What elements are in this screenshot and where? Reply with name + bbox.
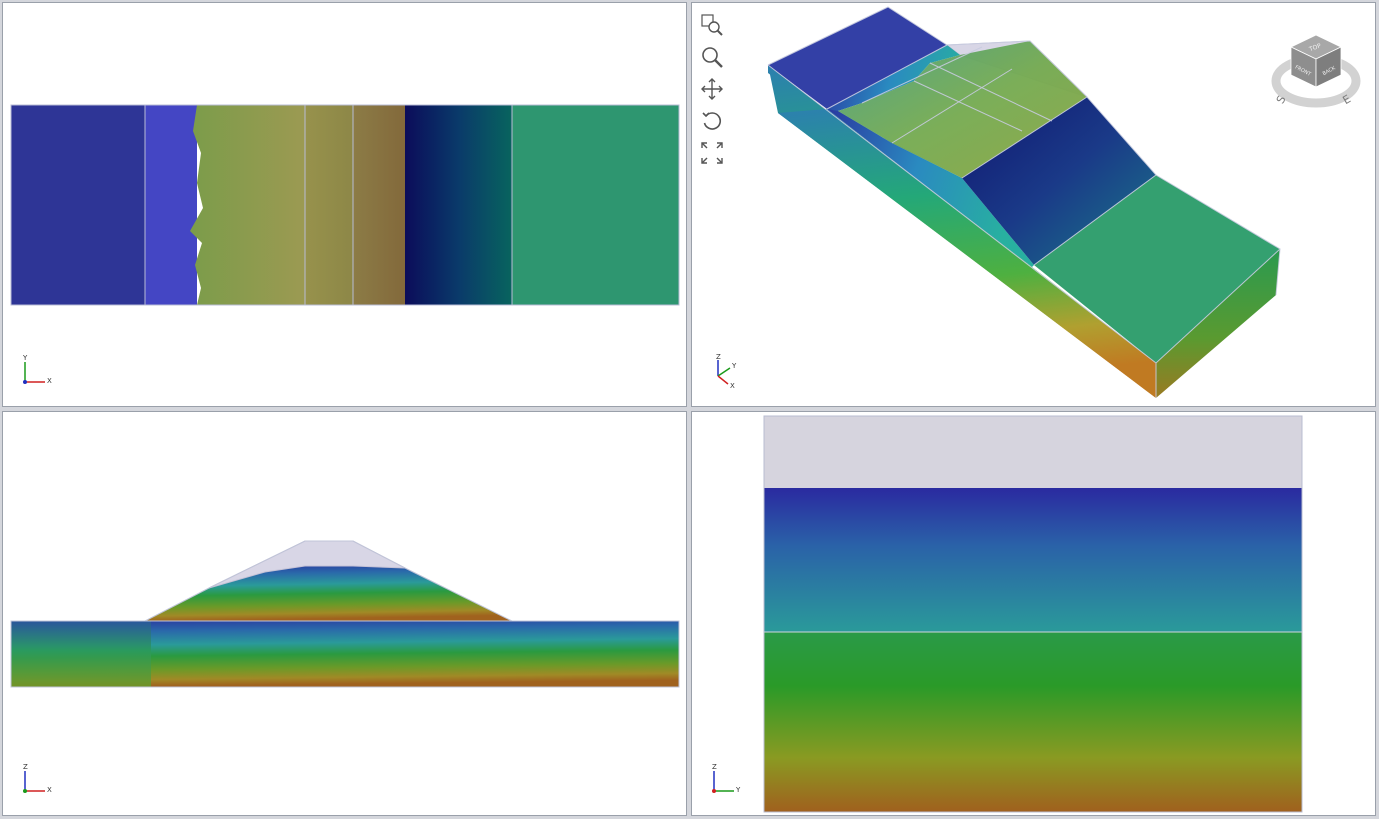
axis-label-front: X bbox=[730, 382, 735, 390]
axis-triad: Z X bbox=[23, 763, 52, 794]
top-region-2 bbox=[145, 105, 197, 305]
top-region-3 bbox=[190, 105, 305, 305]
zoom-extents-button[interactable] bbox=[698, 137, 726, 169]
top-region-5 bbox=[353, 105, 405, 305]
zoom-window-button[interactable] bbox=[698, 9, 726, 41]
axis-label-right: X bbox=[47, 377, 52, 385]
axis-label-right: Y bbox=[731, 362, 737, 370]
axis-triad: Y X bbox=[22, 354, 52, 385]
viewport-top-view[interactable]: Y X bbox=[2, 2, 687, 407]
side-void-region bbox=[764, 416, 1302, 488]
axis-label-up: Z bbox=[23, 763, 28, 771]
rotate-button[interactable] bbox=[698, 105, 726, 137]
side-embankment bbox=[764, 488, 1302, 632]
front-view-scene[interactable] bbox=[3, 412, 687, 816]
viewport-3d-view[interactable]: TOP FRONT BACK S E Z Y X bbox=[691, 2, 1376, 407]
axis-label-up: Y bbox=[22, 354, 28, 362]
pan-button[interactable] bbox=[698, 73, 726, 105]
top-region-6 bbox=[405, 105, 512, 305]
axis-triad: Z Y X bbox=[716, 353, 737, 390]
zoom-window-icon bbox=[701, 14, 723, 36]
navigation-cube[interactable]: TOP FRONT BACK S E bbox=[1271, 27, 1361, 117]
rotate-icon bbox=[702, 112, 722, 130]
pan-arrows-icon bbox=[701, 78, 723, 100]
viewport-front-view[interactable]: Z X bbox=[2, 411, 687, 816]
zoom-extents-icon bbox=[701, 142, 723, 164]
axis-label-up: Z bbox=[712, 763, 717, 771]
side-foundation bbox=[764, 632, 1302, 812]
side-view-scene[interactable] bbox=[692, 412, 1376, 816]
axis-label-right: Y bbox=[735, 786, 741, 794]
top-region-4 bbox=[305, 105, 353, 305]
axis-label-up: Z bbox=[716, 353, 721, 361]
view-toolbar bbox=[698, 9, 728, 169]
viewport-side-view[interactable]: Z Y bbox=[691, 411, 1376, 816]
top-view-scene[interactable] bbox=[3, 3, 687, 407]
axis-label-right: X bbox=[47, 786, 52, 794]
zoom-button[interactable] bbox=[698, 41, 726, 73]
top-region-1 bbox=[11, 105, 145, 305]
top-region-7 bbox=[512, 105, 679, 305]
magnifier-icon bbox=[702, 47, 723, 68]
axis-triad: Z Y bbox=[712, 763, 741, 794]
